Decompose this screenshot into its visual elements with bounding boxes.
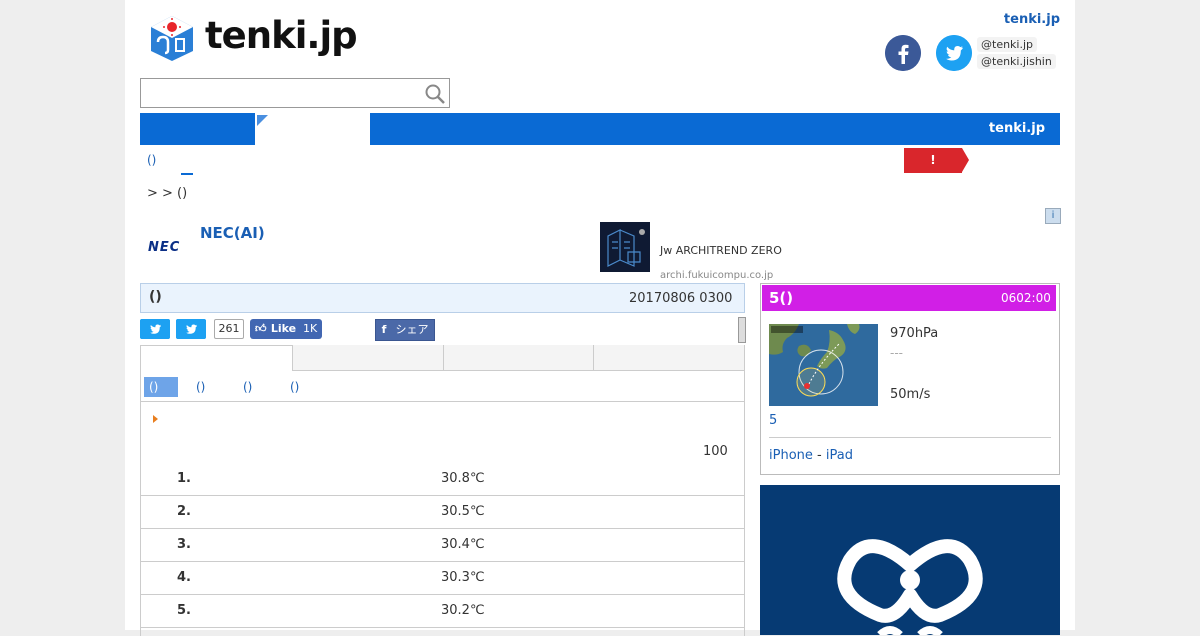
twitter-share-icon[interactable] xyxy=(140,319,170,339)
rank-temperature: 30.8℃ xyxy=(441,471,485,486)
subtab-3[interactable]: () xyxy=(243,377,252,397)
rank-number: 4. xyxy=(177,570,191,585)
typhoon-wind: 50m/s xyxy=(890,387,931,402)
total-count: 100 xyxy=(703,444,728,459)
subtab-4[interactable]: () xyxy=(290,377,299,397)
rank-temperature: 30.4℃ xyxy=(441,537,485,552)
alert-button[interactable]: ! xyxy=(904,148,962,173)
ranking-row[interactable]: 1. 30.8℃ xyxy=(141,463,744,496)
typhoon-time: 0602:00 xyxy=(1001,291,1051,305)
brand-link[interactable]: tenki.jp xyxy=(1004,12,1060,27)
app-separator: - xyxy=(817,448,822,463)
ranking-row[interactable]: 4. 30.3℃ xyxy=(141,562,744,595)
nec-logo[interactable]: NEC xyxy=(148,240,180,255)
search-input[interactable] xyxy=(140,78,450,108)
iphone-link[interactable]: iPhone xyxy=(769,448,813,463)
typhoon-apps: iPhone - iPad xyxy=(769,448,853,463)
rank-number: 3. xyxy=(177,537,191,552)
tab-2[interactable] xyxy=(292,345,443,371)
ad-title-link[interactable]: NEC(AI) xyxy=(200,224,265,242)
ranking-row[interactable]: 2. 30.5℃ xyxy=(141,496,744,529)
sns-account-tenki[interactable]: @tenki.jp xyxy=(977,37,1038,52)
logo-text[interactable]: tenki.jp xyxy=(205,14,358,57)
typhoon-map[interactable] xyxy=(769,324,878,406)
ad2-title-link[interactable]: Jw ARCHITREND ZERO xyxy=(660,244,782,257)
subtab-1[interactable]: () xyxy=(144,377,178,397)
typhoon-dash: --- xyxy=(890,346,903,360)
breadcrumb[interactable]: > > () xyxy=(147,186,187,201)
page: tenki.jp tenki.jp @tenki.jp @tenki.jishi… xyxy=(125,0,1075,636)
ranking-row[interactable]: 5. 30.2℃ xyxy=(141,595,744,628)
twitter-icon[interactable] xyxy=(936,35,972,71)
typhoon-link[interactable]: 5 xyxy=(769,413,777,428)
ranking-row[interactable]: 3. 30.4℃ xyxy=(141,529,744,562)
scroll-handle[interactable] xyxy=(738,317,746,343)
nav-tab-active[interactable] xyxy=(255,113,370,145)
facebook-share-button[interactable]: f シェア xyxy=(375,319,435,341)
facebook-f-icon: f xyxy=(381,323,387,336)
rank-temperature: 30.3℃ xyxy=(441,570,485,585)
nav-brand-link[interactable]: tenki.jp xyxy=(989,121,1045,136)
subtab-divider xyxy=(141,401,744,402)
rank-number: 2. xyxy=(177,504,191,519)
facebook-icon[interactable] xyxy=(885,35,921,71)
typhoon-pressure: 970hPa xyxy=(890,326,939,341)
subtab-2[interactable]: () xyxy=(196,377,205,397)
tweet-count: 261 xyxy=(214,319,244,339)
thumbs-up-icon: 👍︎ xyxy=(255,322,267,335)
rank-number: 5. xyxy=(177,603,191,618)
rank-temperature: 30.2℃ xyxy=(441,603,485,618)
ad2-url[interactable]: archi.fukuicompu.co.jp xyxy=(660,270,773,280)
like-count: 1K xyxy=(302,322,318,335)
ad-image[interactable] xyxy=(600,222,650,272)
subnav-link[interactable]: () xyxy=(147,153,156,167)
adchoice-icon[interactable]: i xyxy=(1045,208,1061,224)
ipad-link[interactable]: iPad xyxy=(826,448,853,463)
typhoon-title[interactable]: 5() xyxy=(769,289,793,307)
tenki-logo-icon[interactable] xyxy=(149,14,195,62)
nav-corner-marker xyxy=(257,115,268,126)
search-icon[interactable] xyxy=(424,83,446,105)
typhoon-divider xyxy=(769,437,1051,438)
subnav-underline xyxy=(181,173,193,175)
main-date: 20170806 0300 xyxy=(629,291,733,306)
banner-ad[interactable] xyxy=(760,485,1060,635)
facebook-like-button[interactable]: 👍︎ Like 1K xyxy=(250,319,322,339)
rank-temperature: 30.5℃ xyxy=(441,504,485,519)
orange-arrow-icon xyxy=(153,415,158,423)
tab-3[interactable] xyxy=(443,345,593,371)
alert-arrow xyxy=(962,148,969,172)
rank-number: 1. xyxy=(177,471,191,486)
main-title: () xyxy=(149,289,162,305)
sns-account-jishin[interactable]: @tenki.jishin xyxy=(977,54,1056,69)
tab-4[interactable] xyxy=(593,345,744,371)
twitter-tweet-icon[interactable] xyxy=(176,319,206,339)
facebook-share-label: シェア xyxy=(395,323,429,336)
like-label: Like xyxy=(270,322,297,335)
